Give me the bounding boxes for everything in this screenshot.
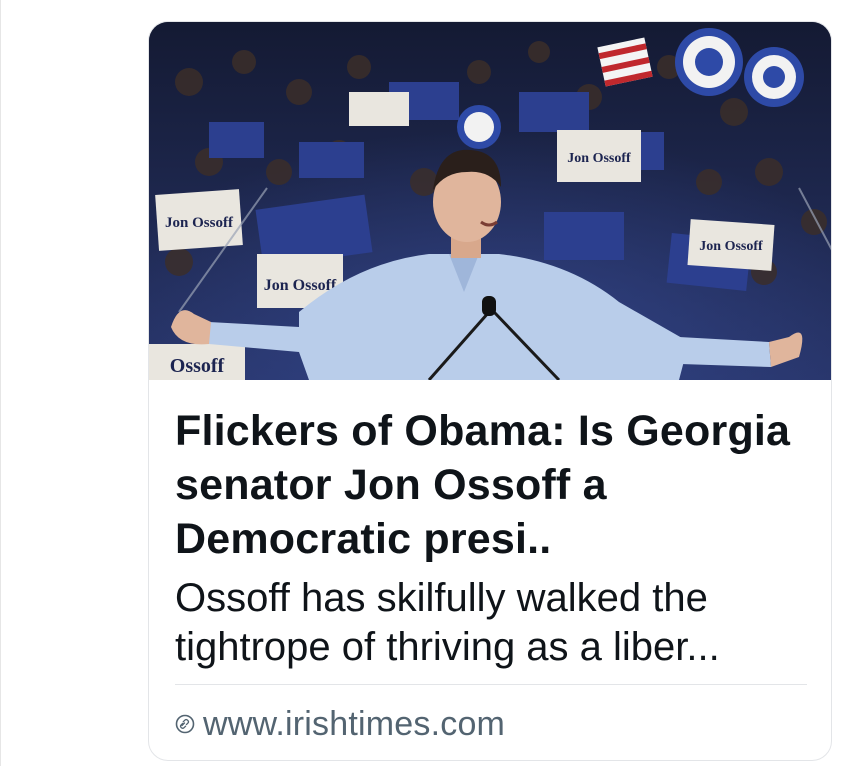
article-image[interactable]: Jon Ossoff Jon Ossoff Jon Ossoff Jon Oss… — [149, 22, 831, 380]
svg-text:Jon Ossoff: Jon Ossoff — [165, 215, 234, 231]
svg-text:Jon Ossoff: Jon Ossoff — [699, 239, 763, 254]
rally-photo: Jon Ossoff Jon Ossoff Jon Ossoff Jon Oss… — [149, 22, 831, 380]
article-title[interactable]: Flickers of Obama: Is Georgia senator Jo… — [175, 404, 815, 566]
svg-text:Jon Ossoff: Jon Ossoff — [567, 151, 631, 166]
link-icon — [175, 714, 195, 734]
svg-text:Ossoff: Ossoff — [170, 355, 225, 377]
article-description: Ossoff has skilfully walked the tightrop… — [175, 576, 720, 669]
source-domain: www.irishtimes.com — [203, 704, 506, 743]
timeline-left-border — [0, 0, 1, 766]
card-divider — [175, 684, 807, 685]
source-link[interactable]: www.irishtimes.com — [175, 702, 505, 746]
link-preview-card[interactable]: Jon Ossoff Jon Ossoff Jon Ossoff Jon Oss… — [148, 21, 832, 761]
svg-text:Jon Ossoff: Jon Ossoff — [264, 277, 337, 294]
